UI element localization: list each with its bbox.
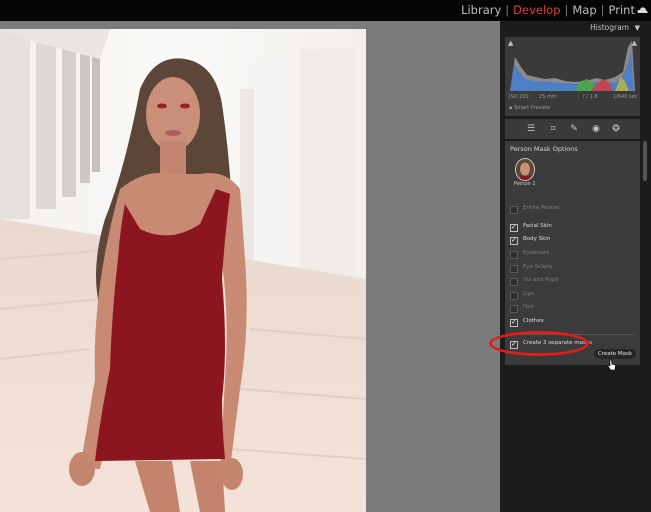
- masking-icon[interactable]: ❂: [610, 123, 622, 135]
- sliders-icon[interactable]: ☰: [525, 123, 537, 135]
- mouse-cursor-icon: [607, 359, 616, 371]
- option-label: Lips: [523, 291, 534, 297]
- option-label: Hair: [523, 304, 535, 310]
- module-separator: |: [600, 3, 605, 17]
- module-develop[interactable]: Develop: [513, 3, 560, 17]
- checkbox[interactable]: ✓: [510, 236, 518, 245]
- checkbox[interactable]: [510, 251, 518, 259]
- checkbox[interactable]: [510, 265, 518, 273]
- collapse-triangle-icon[interactable]: ▼: [635, 24, 640, 32]
- check-icon: ✓: [511, 223, 517, 231]
- exif-iso: ISO 200: [509, 94, 529, 100]
- option-label: Clothes: [523, 318, 544, 324]
- smart-preview-status: ▪ Smart Preview: [509, 105, 550, 111]
- module-print[interactable]: Print: [609, 3, 635, 17]
- exif-focal-length: 25 mm: [539, 94, 557, 100]
- photo-preview: [0, 29, 366, 512]
- checkbox[interactable]: ✓: [510, 223, 518, 232]
- option-label: Entire Person: [523, 205, 560, 211]
- option-label: Eye Sclera: [523, 264, 552, 270]
- option-label: Facial Skin: [523, 223, 552, 229]
- highlight-annotation: [489, 331, 589, 356]
- crop-icon[interactable]: ⌗: [547, 123, 559, 135]
- checkbox[interactable]: [510, 305, 518, 313]
- checkbox[interactable]: [510, 292, 518, 300]
- person-face-icon: [516, 159, 534, 180]
- checkbox[interactable]: ✓: [510, 318, 518, 327]
- check-icon: ✓: [511, 236, 517, 244]
- create-mask-button[interactable]: Create Mask: [594, 349, 636, 359]
- person-label: Person 1: [514, 181, 536, 187]
- red-eye-icon[interactable]: ◉: [590, 123, 602, 135]
- module-library[interactable]: Library: [461, 3, 501, 17]
- portrait-photo: [0, 29, 366, 512]
- photo-canvas[interactable]: [0, 21, 500, 512]
- checkbox[interactable]: [510, 278, 518, 286]
- cloud-sync-icon[interactable]: [637, 5, 648, 15]
- panel-title: Person Mask Options: [510, 145, 578, 153]
- histogram-header[interactable]: Histogram ▼: [505, 22, 641, 35]
- smart-preview-label: Smart Preview: [513, 105, 551, 111]
- person-thumbnail[interactable]: [515, 158, 535, 181]
- histogram: ▲ ▲ ISO 200 25 mm f / 1.8 1/640 sec ▪ Sm…: [505, 37, 640, 116]
- exif-shutter: 1/640 sec: [613, 94, 638, 100]
- module-separator: |: [564, 3, 569, 17]
- option-label: Iris and Pupil: [523, 277, 559, 283]
- panel-scrollbar[interactable]: [643, 141, 647, 181]
- exif-aperture: f / 1.8: [583, 94, 598, 100]
- tool-strip: ☰ ⌗ ✎ ◉ ❂: [505, 119, 640, 139]
- shadow-clipping-icon[interactable]: ▲: [508, 39, 513, 47]
- option-label: Eyebrows: [523, 250, 550, 256]
- checkbox[interactable]: [510, 206, 518, 214]
- histogram-title: Histogram: [590, 23, 629, 32]
- option-label: Body Skin: [523, 236, 551, 242]
- module-bar: Library | Develop | Map | Print: [0, 0, 651, 21]
- histogram-graph: [510, 41, 635, 91]
- highlight-clipping-icon[interactable]: ▲: [632, 39, 637, 47]
- check-icon: ✓: [511, 318, 517, 326]
- module-separator: |: [505, 3, 510, 17]
- module-picker: Library | Develop | Map | Print: [461, 3, 635, 17]
- healing-icon[interactable]: ✎: [568, 123, 580, 135]
- module-map[interactable]: Map: [572, 3, 596, 17]
